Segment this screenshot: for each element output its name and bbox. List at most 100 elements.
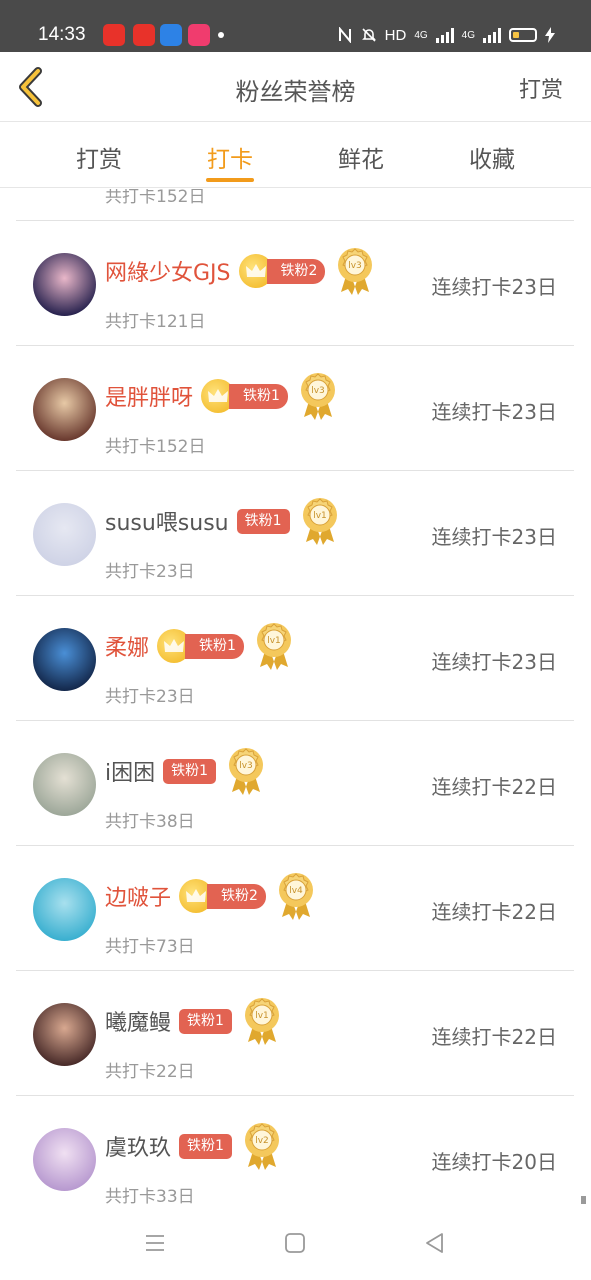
username[interactable]: 柔娜 <box>105 630 149 662</box>
medal-level-text: lv1 <box>267 636 281 646</box>
streak-checkins: 连续打卡22日 <box>431 775 557 799</box>
avatar[interactable] <box>33 253 96 316</box>
signal-bars-icon <box>435 27 454 43</box>
tab-flowers[interactable]: 鲜花 <box>311 140 411 174</box>
notification-dot <box>218 32 224 38</box>
back-triangle-icon <box>426 1233 443 1253</box>
system-nav-bar <box>0 1204 591 1280</box>
tab-favorites[interactable]: 收藏 <box>442 140 542 174</box>
list-item[interactable]: 虞玖玖 铁粉1 lv2 共打卡33日 连续打卡20日 <box>16 1096 574 1204</box>
total-checkins: 共打卡23日 <box>105 687 195 707</box>
medal-icon: lv1 <box>256 621 292 671</box>
streak-checkins: 连续打卡23日 <box>431 400 557 424</box>
streak-checkins: 连续打卡23日 <box>431 275 557 299</box>
total-checkins: 共打卡121日 <box>105 312 206 332</box>
app-red-heart-icon <box>103 24 125 46</box>
app-xiaohongshu-icon <box>133 24 155 46</box>
signal-bars-icon-2 <box>483 27 501 43</box>
total-checkins: 共打卡152日 <box>105 189 206 207</box>
username[interactable]: 边啵子 <box>105 880 171 912</box>
total-checkins: 共打卡152日 <box>105 437 206 457</box>
username[interactable]: susu喂susu <box>105 505 229 537</box>
medal-icon: lv3 <box>300 371 336 421</box>
list-item[interactable]: 柔娜 铁粉1 lv1 共打卡23日 连续打卡23日 <box>16 596 574 721</box>
medal-level-text: lv3 <box>311 386 325 396</box>
status-time: 14:33 <box>38 24 86 45</box>
avatar[interactable] <box>33 878 96 941</box>
avatar[interactable] <box>33 503 96 566</box>
username[interactable]: 是胖胖呀 <box>105 380 193 412</box>
avatar[interactable] <box>33 378 96 441</box>
app-header: 粉丝荣誉榜 打赏 <box>0 52 591 122</box>
streak-checkins: 连续打卡23日 <box>431 525 557 549</box>
total-checkins: 共打卡73日 <box>105 937 195 957</box>
name-line: 虞玖玖 铁粉1 lv2 <box>105 1123 280 1170</box>
list-item[interactable]: 边啵子 铁粉2 lv4 共打卡73日 连续打卡22日 <box>16 846 574 971</box>
list-item[interactable]: 曦魔鳗 铁粉1 lv1 共打卡22日 连续打卡22日 <box>16 971 574 1096</box>
total-checkins: 共打卡22日 <box>105 1062 195 1082</box>
username[interactable]: 网綠少女GJS <box>105 255 231 287</box>
app-play-icon <box>188 24 210 46</box>
username[interactable]: 虞玖玖 <box>105 1130 171 1162</box>
streak-checkins: 连续打卡23日 <box>431 650 557 674</box>
menu-button[interactable] <box>142 1230 168 1256</box>
avatar[interactable] <box>33 628 96 691</box>
name-line: 边啵子 铁粉2 lv4 <box>105 873 314 920</box>
total-checkins: 共打卡38日 <box>105 812 195 832</box>
status-bar: 14:33 HD 4G 4G <box>0 0 591 52</box>
home-square-icon <box>285 1233 305 1253</box>
fan-level-badge: 铁粉1 <box>179 1133 232 1159</box>
nfc-icon <box>338 27 351 43</box>
fan-level-badge: 铁粉1 <box>163 758 217 784</box>
menu-icon <box>146 1235 164 1251</box>
page-title: 粉丝荣誉榜 <box>235 78 356 106</box>
avatar[interactable] <box>33 1128 96 1191</box>
total-checkins: 共打卡23日 <box>105 562 195 582</box>
status-indicators: HD 4G 4G <box>337 22 555 48</box>
fan-list[interactable]: 共打卡152日 网綠少女GJS 铁粉2 lv3 共打卡121日 连续打卡23日 是胖胖呀铁… <box>0 189 591 1204</box>
medal-icon: lv3 <box>337 246 373 296</box>
fan-level-badge: 铁粉1 <box>229 383 288 409</box>
medal-icon: lv2 <box>244 1121 280 1171</box>
charging-icon <box>545 27 555 43</box>
name-line: 曦魔鳗 铁粉1 lv1 <box>105 998 280 1045</box>
medal-level-text: lv2 <box>255 1136 269 1146</box>
hd-label: HD <box>384 26 407 44</box>
name-line: susu喂susu 铁粉1 lv1 <box>105 498 338 545</box>
name-line: 网綠少女GJS 铁粉2 lv3 <box>105 248 373 295</box>
signal-4g-label-2: 4G <box>461 29 475 41</box>
medal-level-text: lv1 <box>313 511 327 521</box>
tab-bar: 打赏 打卡 鲜花 收藏 <box>0 122 591 188</box>
active-tab-indicator <box>206 178 254 182</box>
home-button[interactable] <box>282 1230 308 1256</box>
list-item-partial[interactable]: 共打卡152日 <box>16 189 574 221</box>
tab-checkin[interactable]: 打卡 <box>180 140 280 174</box>
medal-level-text: lv4 <box>289 886 303 896</box>
username[interactable]: 曦魔鳗 <box>105 1005 171 1037</box>
tab-reward[interactable]: 打赏 <box>49 140 149 174</box>
name-line: 柔娜 铁粉1 lv1 <box>105 623 292 670</box>
medal-icon: lv1 <box>302 496 338 546</box>
username[interactable]: i困困 <box>105 755 155 787</box>
signal-4g-label: 4G <box>414 29 428 41</box>
total-checkins: 共打卡33日 <box>105 1187 195 1204</box>
list-item[interactable]: 是胖胖呀 铁粉1 lv3 共打卡152日 连续打卡23日 <box>16 346 574 471</box>
fan-level-badge: 铁粉1 <box>236 508 290 534</box>
streak-checkins: 连续打卡20日 <box>431 1150 557 1174</box>
medal-level-text: lv3 <box>349 261 363 271</box>
medal-level-text: lv1 <box>255 1011 269 1021</box>
list-item[interactable]: i困困 铁粉1 lv3 共打卡38日 连续打卡22日 <box>16 721 574 846</box>
avatar[interactable] <box>33 753 96 816</box>
fan-level-badge: 铁粉1 <box>185 633 244 659</box>
streak-checkins: 连续打卡22日 <box>431 900 557 924</box>
avatar[interactable] <box>33 1003 96 1066</box>
list-item[interactable]: 网綠少女GJS 铁粉2 lv3 共打卡121日 连续打卡23日 <box>16 221 574 346</box>
reward-button[interactable]: 打赏 <box>519 72 563 104</box>
medal-icon: lv3 <box>228 746 264 796</box>
battery-icon <box>509 28 537 42</box>
back-nav-button[interactable] <box>422 1230 448 1256</box>
app-video-icon <box>160 24 182 46</box>
fan-level-badge: 铁粉2 <box>207 883 266 909</box>
list-item[interactable]: susu喂susu 铁粉1 lv1 共打卡23日 连续打卡23日 <box>16 471 574 596</box>
bell-muted-icon <box>361 28 376 42</box>
